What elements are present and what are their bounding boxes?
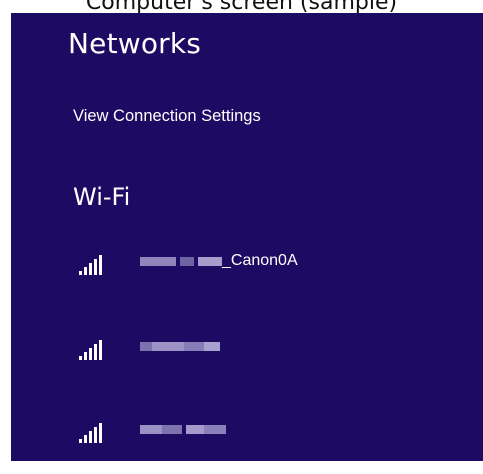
pixelated-text (162, 424, 182, 434)
pixelated-text (186, 424, 204, 434)
pixelated-text (140, 341, 152, 351)
wifi-signal-icon (79, 340, 102, 360)
network-name-suffix: _Canon0A (222, 252, 298, 269)
network-name (140, 334, 224, 358)
wifi-signal-icon (79, 423, 102, 443)
pixelated-text (184, 341, 204, 351)
pixelated-text (180, 256, 194, 266)
wifi-network-item[interactable] (75, 411, 455, 455)
wifi-section-title: Wi-Fi (73, 183, 131, 211)
wifi-network-item[interactable] (75, 328, 455, 372)
pixelated-text (204, 424, 226, 434)
panel-title: Networks (68, 27, 202, 60)
wifi-signal-icon (79, 255, 102, 275)
network-name (140, 417, 230, 441)
networks-panel: Networks View Connection Settings Wi-Fi … (11, 13, 483, 461)
view-connection-settings-link[interactable]: View Connection Settings (73, 107, 261, 126)
pixelated-text (204, 341, 220, 351)
pixelated-text (140, 424, 162, 434)
pixelated-text (198, 256, 222, 266)
wifi-network-item[interactable]: _Canon0A (75, 243, 455, 287)
network-name: _Canon0A (140, 249, 298, 273)
pixelated-text (152, 341, 184, 351)
pixelated-text (140, 256, 176, 266)
